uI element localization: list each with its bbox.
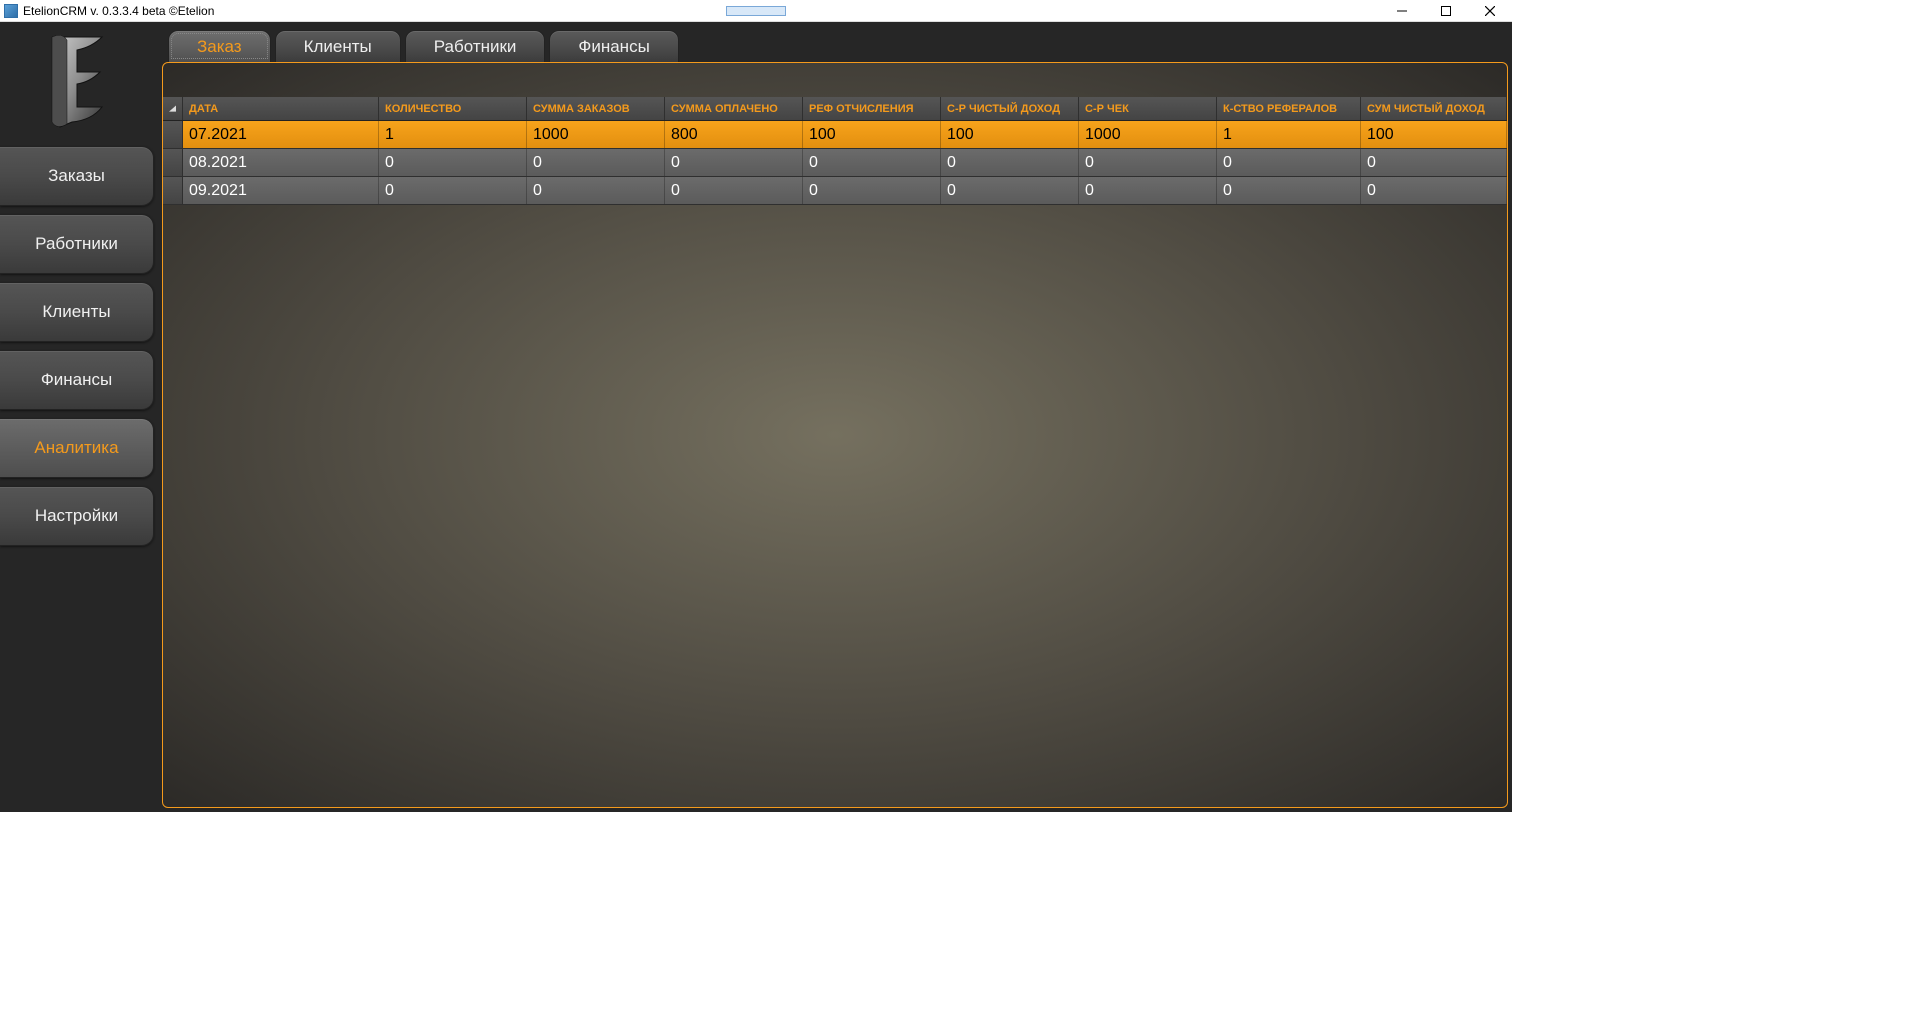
sidebar-item-label: Настройки <box>35 506 118 526</box>
col-header-sum-paid[interactable]: СУММА ОПЛАЧЕНО <box>665 97 803 120</box>
col-header-qty[interactable]: КОЛИЧЕСТВО <box>379 97 527 120</box>
sidebar-item-clients[interactable]: Клиенты <box>0 282 154 342</box>
cell-sum-orders[interactable]: 1000 <box>527 121 665 148</box>
window-titlebar: EtelionCRM v. 0.3.3.4 beta ©Etelion <box>0 0 1512 22</box>
sidebar-item-label: Финансы <box>41 370 112 390</box>
tab-order[interactable]: Заказ <box>168 30 271 62</box>
sidebar-item-workers[interactable]: Работники <box>0 214 154 274</box>
tab-label: Работники <box>434 37 517 57</box>
window-title: EtelionCRM v. 0.3.3.4 beta ©Etelion <box>23 4 214 18</box>
cell-date[interactable]: 08.2021 <box>183 149 379 176</box>
sidebar-item-label: Аналитика <box>34 438 118 458</box>
cell-sum-paid[interactable]: 800 <box>665 121 803 148</box>
cell-qty[interactable]: 1 <box>379 121 527 148</box>
cell-ref-deduct[interactable]: 100 <box>803 121 941 148</box>
cell-date[interactable]: 09.2021 <box>183 177 379 204</box>
grid-header-row: ДАТА КОЛИЧЕСТВО СУММА ЗАКАЗОВ СУММА ОПЛА… <box>163 97 1507 121</box>
cell-sum-paid[interactable]: 0 <box>665 149 803 176</box>
tab-label: Заказ <box>197 37 242 57</box>
tab-clients[interactable]: Клиенты <box>275 30 401 62</box>
sidebar-item-label: Работники <box>35 234 118 254</box>
tab-label: Клиенты <box>304 37 372 57</box>
cell-sum-net[interactable]: 0 <box>1361 149 1507 176</box>
col-header-ref-count[interactable]: К-СТВО РЕФЕРАЛОВ <box>1217 97 1361 120</box>
cell-sum-paid[interactable]: 0 <box>665 177 803 204</box>
maximize-button[interactable] <box>1424 0 1468 22</box>
cell-sum-orders[interactable]: 0 <box>527 149 665 176</box>
tab-label: Финансы <box>578 37 649 57</box>
table-row[interactable]: 07.2021 1 1000 800 100 100 1000 1 100 <box>163 121 1507 149</box>
cell-sum-orders[interactable]: 0 <box>527 177 665 204</box>
content-area: ДАТА КОЛИЧЕСТВО СУММА ЗАКАЗОВ СУММА ОПЛА… <box>162 62 1508 808</box>
table-row[interactable]: 08.2021 0 0 0 0 0 0 0 0 <box>163 149 1507 177</box>
cell-avg-check[interactable]: 1000 <box>1079 121 1217 148</box>
tab-finance[interactable]: Финансы <box>549 30 678 62</box>
sidebar-item-orders[interactable]: Заказы <box>0 146 154 206</box>
sort-triangle-icon <box>169 105 176 113</box>
row-header[interactable] <box>163 121 183 148</box>
sidebar-item-settings[interactable]: Настройки <box>0 486 154 546</box>
tab-workers[interactable]: Работники <box>405 30 546 62</box>
cell-avg-check[interactable]: 0 <box>1079 177 1217 204</box>
data-grid[interactable]: ДАТА КОЛИЧЕСТВО СУММА ЗАКАЗОВ СУММА ОПЛА… <box>163 97 1507 205</box>
close-button[interactable] <box>1468 0 1512 22</box>
sidebar: Заказы Работники Клиенты Финансы Аналити… <box>0 22 154 812</box>
sidebar-item-analytics[interactable]: Аналитика <box>0 418 154 478</box>
tabstrip: Заказ Клиенты Работники Финансы <box>162 26 1508 62</box>
etelion-logo-icon <box>42 32 112 132</box>
cell-qty[interactable]: 0 <box>379 149 527 176</box>
grid-corner[interactable] <box>163 97 183 120</box>
cell-ref-deduct[interactable]: 0 <box>803 177 941 204</box>
col-header-ref-deduct[interactable]: РЕФ ОТЧИСЛЕНИЯ <box>803 97 941 120</box>
sidebar-item-label: Клиенты <box>42 302 110 322</box>
logo <box>0 22 154 142</box>
cell-ref-count[interactable]: 1 <box>1217 121 1361 148</box>
sidebar-item-label: Заказы <box>48 166 105 186</box>
sidebar-item-finance[interactable]: Финансы <box>0 350 154 410</box>
minimize-button[interactable] <box>1380 0 1424 22</box>
col-header-avg-check[interactable]: С-Р ЧЕК <box>1079 97 1217 120</box>
col-header-avg-net[interactable]: С-Р ЧИСТЫЙ ДОХОД <box>941 97 1079 120</box>
titlebar-grip[interactable] <box>726 6 786 16</box>
cell-date[interactable]: 07.2021 <box>183 121 379 148</box>
row-header[interactable] <box>163 177 183 204</box>
main-panel: Заказ Клиенты Работники Финансы ДАТА КОЛ… <box>154 22 1512 812</box>
col-header-sum-net[interactable]: СУМ ЧИСТЫЙ ДОХОД <box>1361 97 1507 120</box>
cell-avg-net[interactable]: 100 <box>941 121 1079 148</box>
cell-sum-net[interactable]: 0 <box>1361 177 1507 204</box>
col-header-sum-orders[interactable]: СУММА ЗАКАЗОВ <box>527 97 665 120</box>
cell-ref-deduct[interactable]: 0 <box>803 149 941 176</box>
cell-ref-count[interactable]: 0 <box>1217 149 1361 176</box>
cell-qty[interactable]: 0 <box>379 177 527 204</box>
cell-avg-net[interactable]: 0 <box>941 177 1079 204</box>
col-header-date[interactable]: ДАТА <box>183 97 379 120</box>
window-controls <box>1380 0 1512 21</box>
table-row[interactable]: 09.2021 0 0 0 0 0 0 0 0 <box>163 177 1507 205</box>
cell-ref-count[interactable]: 0 <box>1217 177 1361 204</box>
cell-avg-net[interactable]: 0 <box>941 149 1079 176</box>
cell-avg-check[interactable]: 0 <box>1079 149 1217 176</box>
cell-sum-net[interactable]: 100 <box>1361 121 1507 148</box>
app-icon <box>4 4 18 18</box>
row-header[interactable] <box>163 149 183 176</box>
